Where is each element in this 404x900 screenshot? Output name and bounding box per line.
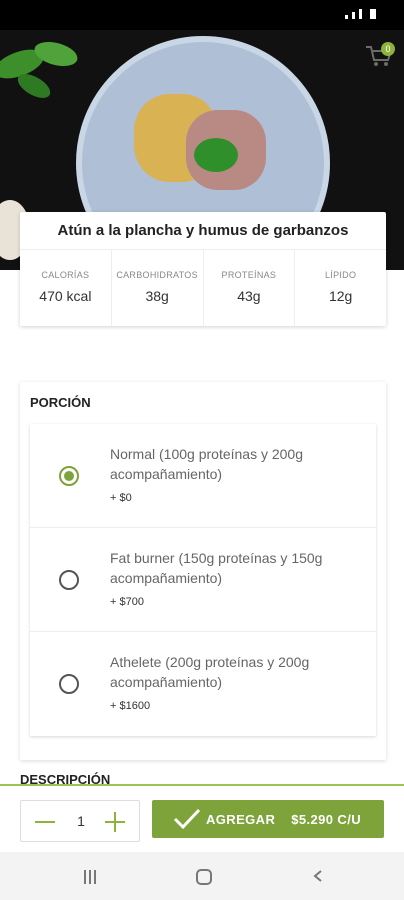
portion-title: PORCIÓN — [30, 395, 91, 410]
nutrient-lipids: LÍPIDO 12g — [295, 250, 386, 326]
radio-button[interactable] — [59, 570, 79, 590]
nutrient-calories: CALORÍAS 470 kcal — [20, 250, 112, 326]
option-label: Fat burner (150g proteínas y 150g acompa… — [110, 550, 323, 586]
nutrient-label: LÍPIDO — [324, 270, 357, 280]
order-bar: 1 AGREGAR $5.290 C/U — [0, 784, 404, 852]
nutrition-card: Atún a la plancha y humus de garbanzos C… — [20, 212, 386, 326]
add-to-cart-button[interactable]: AGREGAR $5.290 C/U — [152, 800, 384, 838]
portion-option-athelete[interactable]: Athelete (200g proteínas y 200g acompaña… — [30, 632, 376, 736]
add-button-label: AGREGAR — [206, 811, 276, 827]
system-nav-bar — [0, 852, 404, 900]
nutrient-value: 43g — [237, 288, 261, 304]
radio-button-selected[interactable] — [59, 466, 79, 486]
nutrient-list: CALORÍAS 470 kcal CARBOHIDRATOS 38g PROT… — [20, 250, 386, 326]
portion-option-normal[interactable]: Normal (100g proteínas y 200g acompañami… — [30, 424, 376, 528]
option-label: Athelete (200g proteínas y 200g acompaña… — [110, 654, 310, 690]
nutrient-label: PROTEÍNAS — [221, 270, 277, 280]
plus-icon[interactable] — [105, 812, 125, 832]
option-label: Normal (100g proteínas y 200g acompañami… — [110, 446, 303, 482]
cart-count-badge: 0 — [381, 42, 395, 56]
basil-leaves-decoration — [0, 41, 78, 98]
parsley-garnish — [194, 138, 238, 172]
nutrient-value: 470 kcal — [39, 288, 92, 304]
status-icons — [345, 9, 376, 19]
quantity-stepper: 1 — [20, 800, 140, 842]
status-bar — [0, 0, 404, 30]
option-price: + $1600 — [110, 700, 151, 712]
nutrient-label: CALORÍAS — [41, 270, 90, 280]
recent-apps-icon[interactable] — [84, 870, 98, 884]
check-icon — [173, 808, 201, 830]
nutrient-value: 12g — [328, 288, 353, 304]
portion-card: PORCIÓN Normal (100g proteínas y 200g ac… — [20, 382, 386, 760]
portion-options: Normal (100g proteínas y 200g acompañami… — [30, 424, 376, 736]
quantity-value: 1 — [77, 813, 85, 829]
option-price: + $0 — [110, 492, 132, 504]
option-price: + $700 — [110, 596, 144, 608]
portion-option-fat-burner[interactable]: Fat burner (150g proteínas y 150g acompa… — [30, 528, 376, 632]
home-icon[interactable] — [196, 869, 212, 885]
dish-title: Atún a la plancha y humus de garbanzos — [20, 212, 386, 250]
radio-button[interactable] — [59, 674, 79, 694]
back-icon[interactable] — [313, 870, 323, 882]
minus-icon[interactable] — [35, 821, 55, 823]
add-button-price: $5.290 C/U — [291, 811, 362, 827]
nutrient-proteins: PROTEÍNAS 43g — [204, 250, 296, 326]
nutrient-label: CARBOHIDRATOS — [116, 270, 198, 280]
nutrient-value: 38g — [145, 288, 169, 304]
nutrient-carbohydrates: CARBOHIDRATOS 38g — [112, 250, 204, 326]
